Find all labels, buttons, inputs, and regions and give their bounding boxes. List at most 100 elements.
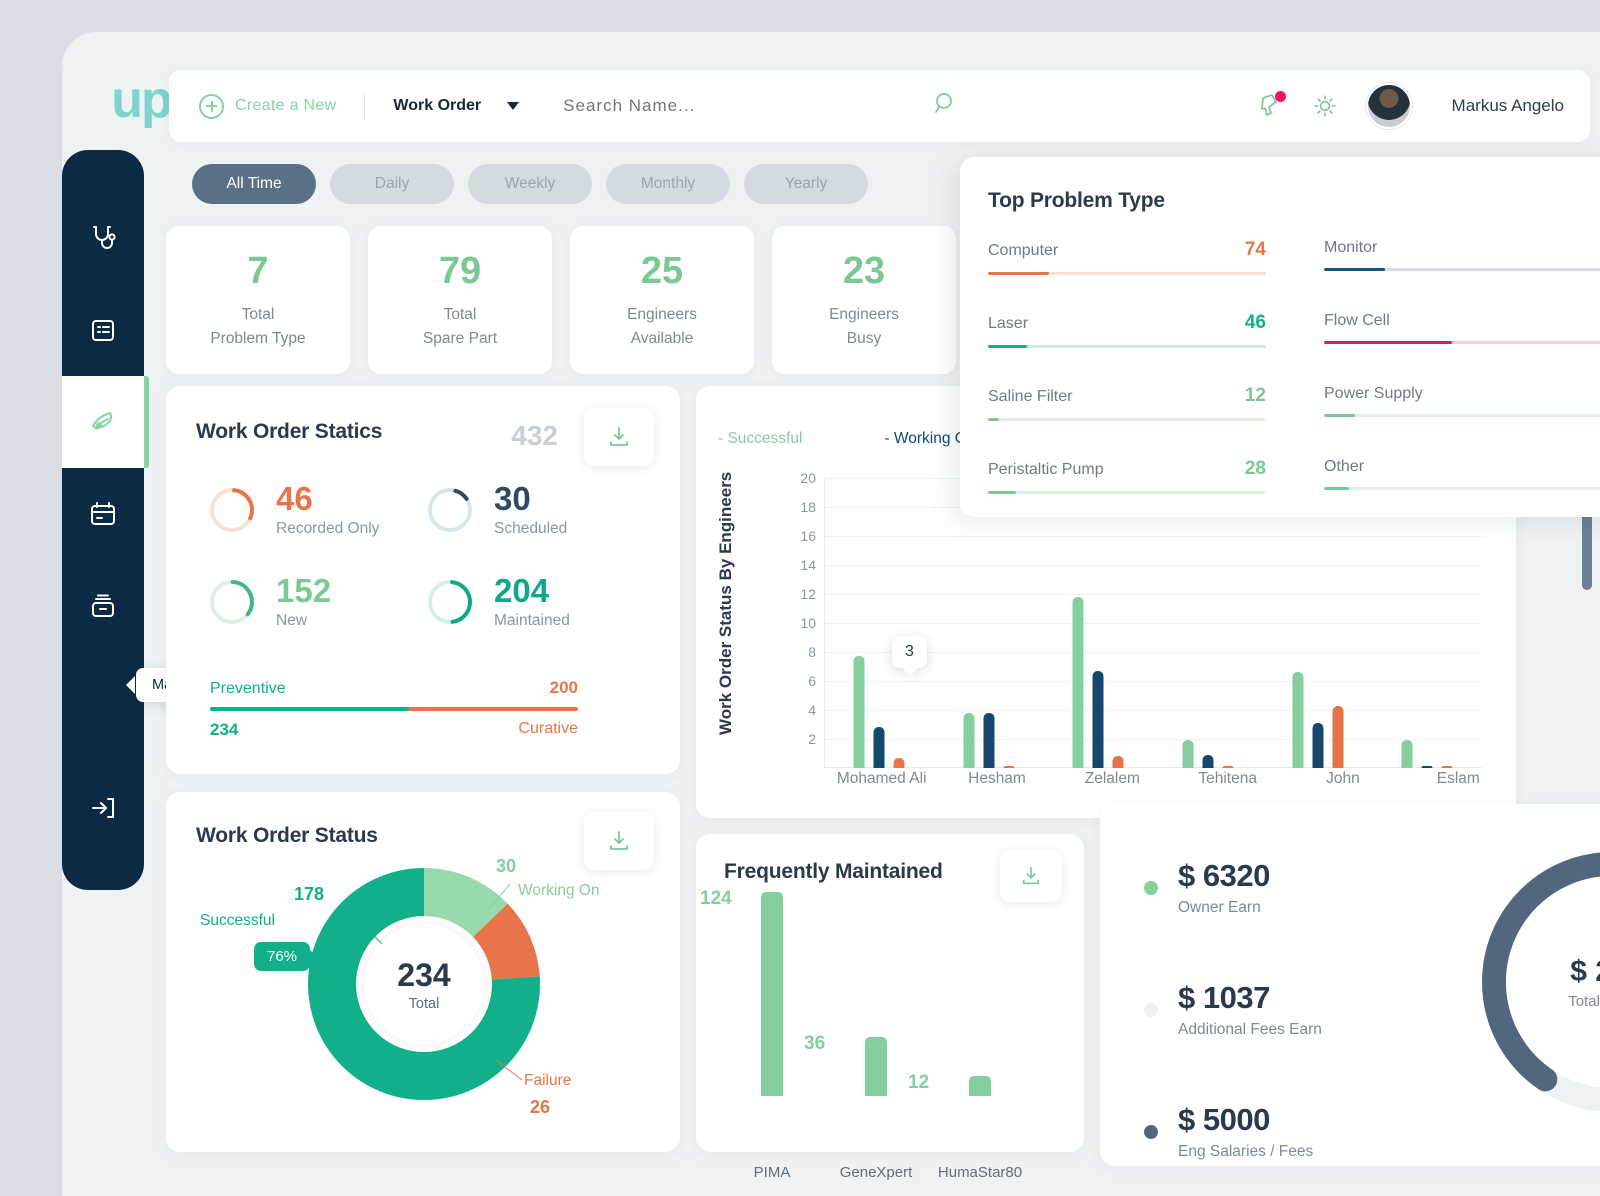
bar[interactable] [853, 656, 865, 768]
download-button-status[interactable] [584, 812, 654, 870]
filter-monthly[interactable]: Monthly [606, 164, 730, 204]
stat-value: 30 [494, 479, 531, 517]
sidebar-item-maintenance[interactable] [62, 376, 149, 468]
filter-yearly[interactable]: Yearly [744, 164, 868, 204]
logout-icon [92, 798, 114, 818]
sidebar-item-logout[interactable] [62, 762, 144, 854]
work-order-statics-card: Work Order Statics 432 46 Recorded Only [166, 386, 680, 774]
bar[interactable] [761, 892, 783, 1096]
bar[interactable] [1312, 723, 1324, 768]
problem-type-fill [1324, 268, 1386, 271]
problem-type-track [988, 418, 1266, 421]
bar[interactable] [865, 1036, 887, 1096]
kpi-card: 25 Engineers Available [570, 226, 754, 374]
avatar[interactable] [1365, 83, 1412, 129]
bar[interactable] [1421, 765, 1433, 768]
problem-type-track [1324, 487, 1600, 490]
bar[interactable] [1182, 740, 1194, 768]
stat-value: 46 [276, 479, 313, 517]
problem-type-row[interactable]: Peristaltic Pump 28 [988, 458, 1324, 531]
bar-group [952, 1076, 1008, 1096]
download-button-statics[interactable] [584, 408, 654, 466]
problem-type-fill [988, 272, 1050, 275]
bar[interactable] [1003, 766, 1014, 768]
problem-type-value: 12 [1244, 385, 1266, 406]
top-problem-type-panel: Top Problem Type Computer 74 Laser 46 Saline… [960, 157, 1600, 517]
kpi-value: 7 [247, 250, 269, 293]
problem-type-row[interactable]: Flow Cell [1324, 312, 1600, 385]
bar[interactable] [1222, 766, 1234, 768]
kpi-label-line2: Spare Part [422, 329, 498, 347]
filter-daily[interactable]: Daily [330, 164, 454, 204]
stat-label: Scheduled [494, 520, 568, 538]
curative-label: Curative [518, 720, 578, 737]
ring-recorded-only [210, 488, 254, 532]
filter-weekly[interactable]: Weekly [468, 164, 592, 204]
y-tick: 6 [808, 673, 816, 689]
sidebar-item-schedule[interactable] [62, 468, 144, 560]
legend-dot-owner-earn [1144, 880, 1158, 895]
earnings-label: Eng Salaries / Fees [1178, 1143, 1314, 1160]
y-tick: 8 [808, 644, 816, 660]
bar[interactable] [963, 712, 974, 768]
entity-type-select[interactable]: Work Order [393, 97, 520, 115]
download-icon [610, 427, 628, 446]
earnings-label: Additional Fees Earn [1178, 1021, 1322, 1038]
notification-badge [1274, 91, 1286, 102]
kpi-label-line2: Available [630, 329, 694, 347]
problem-type-row[interactable]: Power Supply [1324, 385, 1600, 458]
download-icon [1022, 866, 1040, 885]
problem-type-row[interactable]: Computer 74 [988, 239, 1324, 312]
earnings-value: $ 1037 [1178, 980, 1270, 1015]
kpi-card: 23 Engineers Busy [772, 226, 956, 374]
top-bar: Create a New Work Order Search Name... M… [169, 70, 1590, 142]
bar[interactable] [893, 757, 905, 768]
kpi-card: 79 Total Spare Part [368, 226, 552, 374]
bar[interactable] [873, 727, 885, 768]
stat-item: 152 New [206, 556, 424, 648]
sidebar-item-reports[interactable] [62, 284, 144, 376]
create-a-new-label: Create a New [235, 97, 337, 114]
problem-type-fill [988, 345, 1027, 348]
problem-type-track [1324, 268, 1600, 271]
bar[interactable] [1112, 756, 1124, 768]
ring-maintained [428, 580, 472, 624]
kpi-value: 79 [438, 250, 482, 293]
problem-type-name: Other [1324, 458, 1365, 475]
notifications-icon[interactable] [1254, 91, 1286, 121]
bar[interactable] [1292, 672, 1304, 768]
chart-tooltip: 3 [892, 636, 927, 676]
bar[interactable] [1072, 596, 1084, 768]
bar[interactable] [969, 1076, 991, 1096]
y-tick: 12 [800, 586, 816, 602]
bar[interactable] [983, 712, 994, 768]
clipboard-icon [92, 320, 114, 341]
bar[interactable] [1202, 754, 1214, 768]
bar[interactable] [1401, 740, 1413, 768]
kpi-label-line1: Engineers [627, 306, 697, 324]
frequently-maintained-title: Frequently Maintained [724, 860, 943, 883]
search-icon[interactable] [933, 91, 959, 122]
problem-type-row[interactable]: Monitor [1324, 239, 1600, 312]
search-input[interactable] [563, 96, 924, 116]
gear-icon[interactable] [1310, 91, 1340, 121]
problem-type-row[interactable]: Saline Filter 12 [988, 385, 1324, 458]
filter-all-time[interactable]: All Time [192, 164, 316, 204]
bar[interactable] [1332, 705, 1344, 768]
stat-item: 204 Maintained [424, 556, 642, 648]
bar[interactable] [1441, 766, 1453, 768]
bar[interactable] [1092, 670, 1104, 768]
top-problem-type-columns: Computer 74 Laser 46 Saline Filter 12 Peristal… [988, 239, 1600, 531]
work-order-status-card: Work Order Status 234 Total 76% 178 Succ… [166, 792, 680, 1152]
annotation-failure-label: Failure [524, 1072, 572, 1089]
sidebar-item-devices[interactable] [62, 192, 144, 284]
bar-group [744, 892, 800, 1096]
sidebar-item-manage-data[interactable] [62, 560, 144, 652]
problem-type-row[interactable]: Other [1324, 458, 1600, 531]
problem-type-fill [988, 491, 1016, 494]
problem-type-fill [1324, 341, 1452, 344]
create-a-new-button[interactable]: Create a New [199, 93, 337, 119]
problem-type-name: Power Supply [1324, 385, 1423, 402]
earnings-value: $ 6320 [1178, 858, 1270, 893]
problem-type-row[interactable]: Laser 46 [988, 312, 1324, 385]
